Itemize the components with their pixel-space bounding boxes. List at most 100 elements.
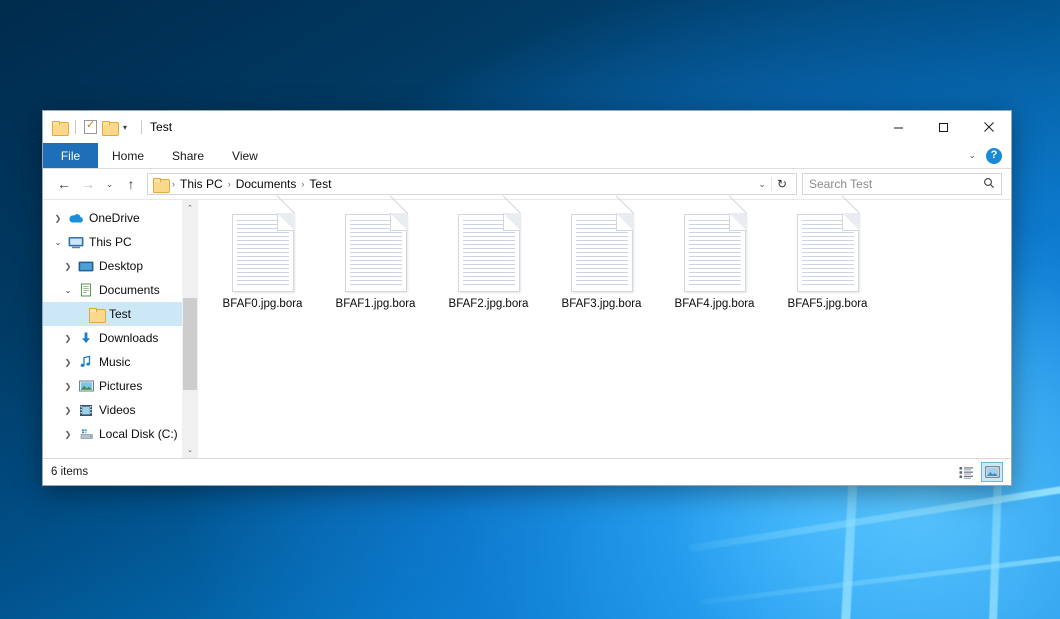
videos-icon xyxy=(77,404,95,417)
refresh-icon[interactable]: ↻ xyxy=(771,177,792,191)
tab-share[interactable]: Share xyxy=(158,143,218,168)
chevron-right-icon[interactable]: ❯ xyxy=(49,214,67,223)
chevron-right-icon[interactable]: ❯ xyxy=(59,262,77,271)
up-button[interactable]: ↑ xyxy=(119,172,143,196)
file-item[interactable]: BFAF0.jpg.bora xyxy=(206,208,319,326)
chevron-down-icon[interactable]: ⌄ xyxy=(59,286,77,295)
scrollbar-track[interactable] xyxy=(182,216,198,442)
explorer-body: ❯ OneDrive ⌄ xyxy=(43,199,1011,458)
file-name-label: BFAF3.jpg.bora xyxy=(562,298,642,310)
file-name-label: BFAF2.jpg.bora xyxy=(449,298,529,310)
file-grid: BFAF0.jpg.bora BFAF1.jpg.bora xyxy=(206,208,1011,326)
breadcrumb-item-test[interactable]: Test xyxy=(305,177,335,191)
recent-locations-button[interactable]: ⌄ xyxy=(100,172,119,196)
sidebar-item-this-pc[interactable]: ⌄ This PC xyxy=(43,230,198,254)
file-list-pane[interactable]: BFAF0.jpg.bora BFAF1.jpg.bora xyxy=(198,200,1011,458)
chevron-right-icon[interactable]: ❯ xyxy=(59,430,77,439)
tab-home[interactable]: Home xyxy=(98,143,158,168)
customize-chevron-icon[interactable]: ▾ xyxy=(122,123,128,132)
sidebar-item-videos[interactable]: ❯ Videos xyxy=(43,398,198,422)
pictures-icon xyxy=(77,380,95,392)
chevron-right-icon[interactable]: ❯ xyxy=(59,358,77,367)
downloads-icon xyxy=(77,331,95,345)
folder-icon xyxy=(153,178,168,191)
sidebar-item-documents[interactable]: ⌄ Documents xyxy=(43,278,198,302)
maximize-button[interactable] xyxy=(921,111,966,143)
forward-button[interactable]: → xyxy=(76,172,100,196)
file-name-label: BFAF5.jpg.bora xyxy=(788,298,868,310)
close-button[interactable] xyxy=(966,111,1011,143)
view-toggle-group xyxy=(955,462,1003,482)
generic-file-icon xyxy=(571,214,633,292)
help-icon[interactable]: ? xyxy=(986,148,1002,164)
properties-icon[interactable] xyxy=(84,120,97,134)
file-item[interactable]: BFAF3.jpg.bora xyxy=(545,208,658,326)
sidebar-item-local-disk-c[interactable]: ❯ Local Disk (C:) xyxy=(43,422,198,446)
sidebar-item-label: Pictures xyxy=(95,379,142,393)
folder-icon[interactable] xyxy=(52,121,67,134)
sidebar-item-label: Local Disk (C:) xyxy=(95,427,178,441)
ribbon-right-controls: ⌄ ? xyxy=(968,143,1011,168)
sidebar-item-test[interactable]: Test xyxy=(43,302,198,326)
file-item[interactable]: BFAF5.jpg.bora xyxy=(771,208,884,326)
generic-file-icon xyxy=(458,214,520,292)
generic-file-icon xyxy=(232,214,294,292)
minimize-button[interactable] xyxy=(876,111,921,143)
file-item[interactable]: BFAF2.jpg.bora xyxy=(432,208,545,326)
drive-icon xyxy=(77,428,95,440)
search-icon[interactable] xyxy=(983,177,995,192)
sidebar-item-label: OneDrive xyxy=(85,211,140,225)
file-item[interactable]: BFAF1.jpg.bora xyxy=(319,208,432,326)
generic-file-icon xyxy=(797,214,859,292)
breadcrumb: › This PC › Documents › Test xyxy=(171,177,753,191)
scrollbar-thumb[interactable] xyxy=(183,298,197,390)
sidebar-item-label: Videos xyxy=(95,403,135,417)
details-view-button[interactable] xyxy=(955,462,977,482)
generic-file-icon xyxy=(684,214,746,292)
documents-icon xyxy=(77,283,95,297)
file-name-label: BFAF0.jpg.bora xyxy=(223,298,303,310)
new-folder-icon[interactable] xyxy=(102,121,117,134)
sidebar-item-label: This PC xyxy=(85,235,132,249)
generic-file-icon xyxy=(345,214,407,292)
sidebar-item-label: Test xyxy=(105,307,131,321)
sidebar-scrollbar[interactable]: ⌃ ⌄ xyxy=(182,200,198,458)
sidebar-item-music[interactable]: ❯ Music xyxy=(43,350,198,374)
music-icon xyxy=(77,355,95,369)
onedrive-cloud-icon xyxy=(67,212,85,224)
chevron-right-icon[interactable]: ❯ xyxy=(59,382,77,391)
sidebar-item-desktop[interactable]: ❯ Desktop xyxy=(43,254,198,278)
large-icons-view-button[interactable] xyxy=(981,462,1003,482)
back-button[interactable]: ← xyxy=(52,172,76,196)
window-title: Test xyxy=(150,120,172,134)
expand-ribbon-chevron-icon[interactable]: ⌄ xyxy=(968,150,976,161)
chevron-down-icon[interactable]: ⌄ xyxy=(49,238,67,247)
breadcrumb-dropdown-icon[interactable]: ⌄ xyxy=(753,179,771,190)
breadcrumb-item-documents[interactable]: Documents xyxy=(232,177,301,191)
chevron-right-icon[interactable]: ❯ xyxy=(59,334,77,343)
file-name-label: BFAF1.jpg.bora xyxy=(336,298,416,310)
folder-icon-glyph xyxy=(89,308,104,321)
sidebar-item-onedrive[interactable]: ❯ OneDrive xyxy=(43,206,198,230)
scroll-down-arrow-icon[interactable]: ⌄ xyxy=(182,442,198,458)
sidebar-item-label: Desktop xyxy=(95,259,143,273)
address-bar: ← → ⌄ ↑ › This PC › Documents › Test ⌄ ↻ xyxy=(43,169,1011,199)
toolbar-divider xyxy=(141,120,142,134)
ribbon-tab-bar: File Home Share View ⌄ ? xyxy=(43,143,1011,169)
sidebar-item-downloads[interactable]: ❯ Downloads xyxy=(43,326,198,350)
file-name-label: BFAF4.jpg.bora xyxy=(675,298,755,310)
tab-view[interactable]: View xyxy=(218,143,272,168)
file-item[interactable]: BFAF4.jpg.bora xyxy=(658,208,771,326)
desktop-icon xyxy=(77,260,95,273)
scroll-up-arrow-icon[interactable]: ⌃ xyxy=(182,200,198,216)
search-box[interactable] xyxy=(802,173,1002,195)
tab-file[interactable]: File xyxy=(43,143,98,168)
computer-icon xyxy=(67,236,85,249)
breadcrumb-bar[interactable]: › This PC › Documents › Test ⌄ ↻ xyxy=(147,173,797,195)
search-input[interactable] xyxy=(809,177,983,191)
breadcrumb-item-this-pc[interactable]: This PC xyxy=(176,177,227,191)
chevron-right-icon[interactable]: ❯ xyxy=(59,406,77,415)
sidebar-item-label: Downloads xyxy=(95,331,158,345)
sidebar-item-pictures[interactable]: ❯ Pictures xyxy=(43,374,198,398)
folder-icon xyxy=(87,308,105,321)
